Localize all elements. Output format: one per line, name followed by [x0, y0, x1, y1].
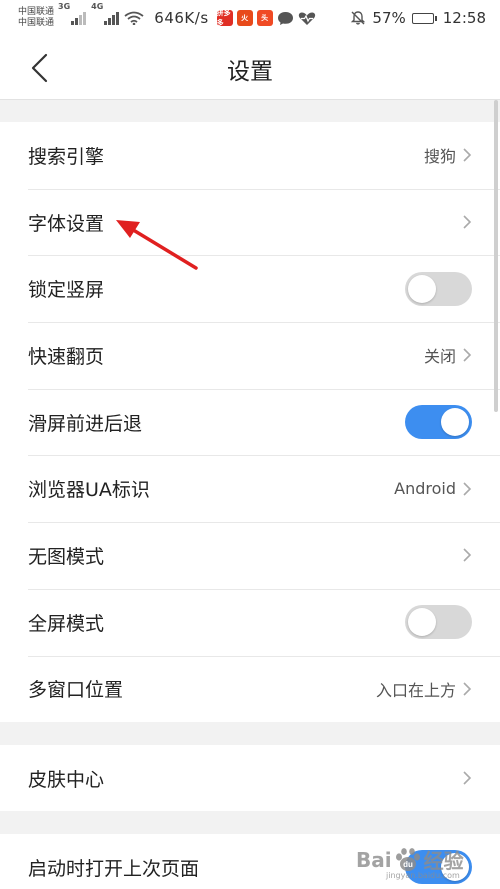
swipe-navigation-toggle[interactable]	[405, 405, 472, 440]
setting-label: 启动时打开上次页面	[28, 857, 200, 880]
setting-label: 字体设置	[28, 212, 105, 235]
health-icon	[298, 12, 315, 25]
setting-browser-ua[interactable]: 浏览器UA标识 Android	[0, 455, 500, 522]
message-icon	[277, 11, 293, 25]
settings-group-main: 搜索引擎 搜狗 字体设置 锁定竖屏 快速翻页 关闭 滑屏前进后退 浏览器UA标识…	[0, 122, 500, 722]
settings-group-skin: 皮肤中心	[0, 745, 500, 811]
wifi-icon	[124, 11, 144, 25]
setting-label: 锁定竖屏	[28, 279, 105, 302]
page-title: 设置	[227, 59, 273, 85]
scrollbar[interactable]	[494, 100, 498, 412]
status-bar: 中国联通 中国联通 3G 4G 646K/s 拼多多 火 头 57% 12:58	[0, 0, 500, 36]
battery-percent: 57%	[372, 9, 406, 27]
setting-lock-portrait[interactable]: 锁定竖屏	[0, 255, 500, 322]
setting-label: 快速翻页	[28, 345, 105, 368]
battery-icon	[411, 12, 437, 24]
screen: 中国联通 中国联通 3G 4G 646K/s 拼多多 火 头 57% 12:58…	[0, 0, 500, 889]
app-notification-icon-2: 头	[256, 10, 273, 26]
signal-icon-2	[104, 11, 120, 25]
setting-value: 搜狗	[423, 147, 456, 167]
setting-label: 浏览器UA标识	[28, 479, 150, 502]
setting-fullscreen-mode[interactable]: 全屏模式	[0, 588, 500, 656]
network-type-2: 4G	[91, 2, 104, 11]
setting-swipe-navigation[interactable]: 滑屏前进后退	[0, 388, 500, 456]
setting-label: 多窗口位置	[28, 679, 124, 702]
chevron-right-icon	[463, 548, 472, 563]
chevron-right-icon	[463, 482, 472, 496]
network-type-1: 3G	[58, 2, 71, 11]
watermark-url: jingyan.baidu.com	[386, 871, 460, 880]
setting-search-engine[interactable]: 搜索引擎 搜狗	[0, 122, 500, 189]
chevron-right-icon	[463, 215, 472, 229]
pinduoduo-icon: 拼多多	[216, 9, 233, 27]
network-speed: 646K/s	[154, 9, 209, 27]
fullscreen-mode-toggle[interactable]	[405, 605, 472, 640]
setting-label: 搜索引擎	[28, 145, 105, 168]
carrier-names: 中国联通 中国联通	[18, 7, 54, 29]
clock: 12:58	[442, 9, 486, 27]
setting-value: 关闭	[423, 347, 456, 367]
watermark-text-1: Bai	[356, 847, 392, 872]
setting-multiwindow-position[interactable]: 多窗口位置 入口在上方	[0, 655, 500, 723]
setting-label: 全屏模式	[28, 612, 105, 635]
chevron-right-icon	[463, 148, 472, 162]
carrier-1: 中国联通	[18, 7, 55, 17]
setting-label: 皮肤中心	[28, 768, 105, 791]
chevron-right-icon	[463, 348, 472, 362]
setting-label: 无图模式	[28, 545, 105, 568]
carrier-2: 中国联通	[18, 18, 55, 28]
setting-font[interactable]: 字体设置	[0, 188, 500, 256]
status-right: 57% 12:58	[350, 9, 486, 27]
signal-icon-1	[71, 11, 87, 25]
mute-bell-icon	[351, 11, 366, 25]
chevron-right-icon	[463, 771, 472, 785]
setting-value: Android	[394, 479, 456, 499]
setting-value: 入口在上方	[375, 680, 456, 700]
setting-skin-center[interactable]: 皮肤中心	[0, 745, 500, 811]
lock-portrait-toggle[interactable]	[405, 271, 472, 306]
baidu-watermark: Bai du 经验 jingyan.baidu.com	[356, 845, 464, 881]
baidu-paw-icon: du	[395, 847, 420, 871]
chevron-right-icon	[463, 682, 472, 696]
setting-no-image-mode[interactable]: 无图模式	[0, 522, 500, 589]
app-notification-icon: 火	[236, 10, 253, 26]
svg-text:du: du	[403, 860, 413, 869]
setting-quick-page-turn[interactable]: 快速翻页 关闭	[0, 322, 500, 389]
title-bar: 设置	[0, 36, 500, 100]
watermark-text-2: 经验	[423, 849, 464, 873]
setting-label: 滑屏前进后退	[28, 412, 143, 435]
